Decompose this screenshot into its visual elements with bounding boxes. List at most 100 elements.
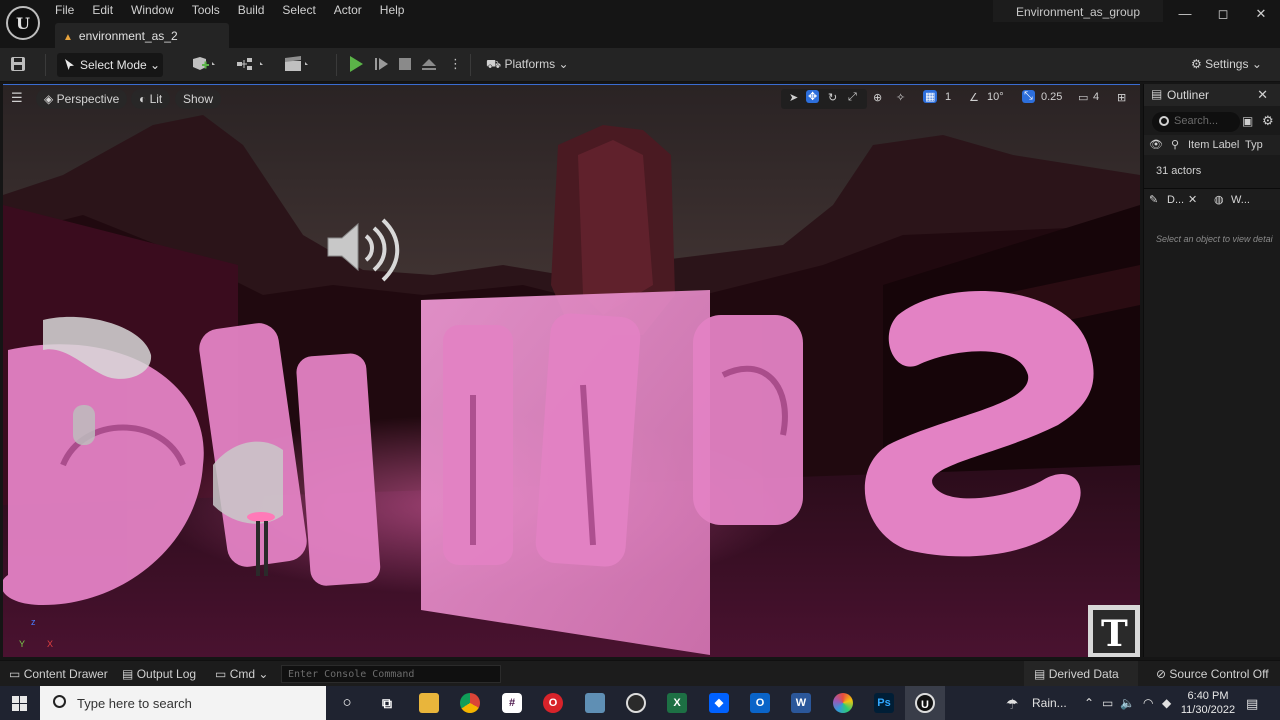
excel-icon[interactable]: X (667, 693, 687, 713)
level-tab[interactable]: ▲ environment_as_2 (55, 23, 229, 48)
dropbox-tray-icon[interactable]: ◆ (1162, 696, 1171, 710)
slack-icon[interactable]: # (502, 693, 522, 713)
unreal-logo-icon[interactable]: U (6, 6, 40, 40)
weather-text[interactable]: Rain... (1032, 696, 1067, 710)
platforms-dropdown[interactable]: ⛟ Platforms ⌄ (486, 57, 569, 73)
menu-select[interactable]: Select (273, 0, 324, 22)
volume-icon[interactable]: 🔈 (1120, 696, 1135, 710)
derived-data-button[interactable]: ▤ Derived Data (1024, 661, 1138, 687)
save-icon[interactable] (10, 56, 28, 74)
task-view-icon[interactable]: ⧉ (377, 693, 397, 713)
dropbox-icon[interactable]: ◆ (709, 693, 729, 713)
wifi-icon[interactable]: ◠ (1143, 696, 1153, 710)
close-icon[interactable]: ✕ (1257, 87, 1268, 103)
cursor-icon (65, 59, 74, 70)
grid-snap-value[interactable]: 1 (945, 91, 951, 103)
cmd-dropdown[interactable]: ▭ Cmd ⌄ (215, 667, 268, 681)
taskbar-clock[interactable]: 6:40 PM 11/30/2022 (1180, 689, 1236, 717)
add-folder-icon[interactable]: ▣ (1242, 114, 1253, 128)
word-icon[interactable]: W (791, 693, 811, 713)
rotate-icon[interactable]: ↻ (828, 91, 837, 104)
type-column[interactable]: Typ (1245, 139, 1263, 151)
screen-recorder-icon[interactable] (626, 693, 646, 713)
opera-icon[interactable]: O (543, 693, 563, 713)
console-command-input[interactable]: Enter Console Command (281, 665, 501, 683)
menu-build[interactable]: Build (229, 0, 274, 22)
scale-snap-icon[interactable]: ⤡ (1022, 90, 1035, 103)
viewport-layout-icon[interactable]: ⊞ (1117, 91, 1126, 104)
more-options-icon[interactable]: ⋮ (449, 56, 462, 72)
details-pencil-icon: ✎ (1149, 194, 1159, 206)
rotation-snap-icon[interactable]: ∠ (969, 91, 979, 104)
content-drawer-button[interactable]: ▭ Content Drawer (9, 667, 108, 681)
viewport-toolbar: ☰ ◈ Perspective ◐ Lit Show ➤ ✥ ↻ ⤢ ⊕ ✧ ▦… (3, 85, 1140, 113)
world-space-icon[interactable]: ⊕ (873, 91, 882, 104)
file-explorer-icon[interactable] (419, 693, 439, 713)
gear-icon[interactable]: ⚙ (1262, 113, 1274, 129)
surface-snap-icon[interactable]: ✧ (896, 91, 905, 104)
outliner-header: ▤ Outliner ✕ (1144, 84, 1280, 106)
details-tab[interactable]: D... (1167, 194, 1184, 206)
pin-icon[interactable]: ⚲ (1171, 138, 1179, 151)
camera-speed-icon[interactable]: ▭ (1078, 91, 1088, 104)
cinematics-icon[interactable] (284, 56, 314, 75)
scene-render (3, 85, 1140, 657)
translate-icon[interactable]: ✥ (806, 90, 820, 103)
text-render-actor-icon[interactable]: T (1101, 613, 1128, 655)
scale-snap-value[interactable]: 0.25 (1041, 91, 1062, 103)
menu-file[interactable]: File (46, 0, 83, 22)
hamburger-menu-icon[interactable]: ☰ (11, 90, 23, 106)
light-icon: ◐ (139, 92, 147, 106)
source-control-label: Source Control Off (1169, 667, 1269, 681)
select-cursor-icon[interactable]: ➤ (789, 91, 798, 104)
taskbar-search-box[interactable]: Type here to search (40, 686, 326, 720)
windows-start-icon[interactable] (12, 696, 27, 711)
play-icon[interactable] (350, 56, 363, 72)
level-tab-label: environment_as_2 (78, 29, 178, 43)
grid-snap-icon[interactable]: ▦ (923, 90, 938, 103)
menu-help[interactable]: Help (371, 0, 414, 22)
axis-z-label: z (31, 617, 36, 627)
select-mode-dropdown[interactable]: Select Mode ⌄ (57, 53, 163, 77)
unreal-engine-taskbar-icon[interactable]: U (915, 693, 935, 713)
show-hidden-icons-icon[interactable]: ⌃ (1084, 696, 1094, 710)
menu-window[interactable]: Window (122, 0, 183, 22)
eject-icon[interactable] (421, 56, 437, 75)
photoshop-icon[interactable]: Ps (874, 693, 894, 713)
outliner-search-input[interactable]: Search... (1152, 112, 1240, 132)
output-log-label: Output Log (136, 667, 197, 681)
cortana-icon[interactable]: ○ (337, 693, 357, 713)
outliner-panel: ▤ Outliner ✕ Search... ▣ ⚙ 👁 ⚲ Item Labe… (1143, 84, 1280, 657)
add-actor-icon[interactable] (191, 56, 217, 75)
level-viewport[interactable]: T ☰ ◈ Perspective ◐ Lit Show ➤ ✥ ↻ ⤢ ⊕ ✧… (3, 84, 1140, 657)
notifications-icon[interactable]: ▤ (1246, 696, 1258, 712)
menu-edit[interactable]: Edit (83, 0, 122, 22)
derived-data-label: Derived Data (1048, 667, 1119, 681)
output-log-button[interactable]: ▤ Output Log (122, 667, 196, 681)
photos-gallery-icon[interactable] (833, 693, 853, 713)
drawer-icon: ▭ (9, 667, 21, 681)
photos-app-icon[interactable] (585, 693, 605, 713)
menu-actor[interactable]: Actor (325, 0, 371, 22)
lit-button[interactable]: ◐ Lit (131, 89, 171, 109)
advance-frame-icon[interactable] (374, 56, 390, 75)
item-label-column[interactable]: Item Label (1188, 139, 1239, 151)
outliner-title: Outliner (1167, 88, 1210, 102)
camera-speed-value[interactable]: 4 (1093, 91, 1099, 103)
settings-dropdown[interactable]: ⚙ Settings ⌄ (1191, 57, 1262, 71)
menu-tools[interactable]: Tools (183, 0, 229, 22)
blueprint-icon[interactable] (236, 56, 266, 75)
rotation-snap-value[interactable]: 10° (987, 91, 1004, 103)
chrome-icon[interactable] (460, 693, 480, 713)
outlook-icon[interactable]: O (750, 693, 770, 713)
show-button[interactable]: Show (175, 89, 222, 109)
weather-icon[interactable]: ☂ (1006, 696, 1019, 713)
stop-icon[interactable] (398, 56, 412, 75)
close-icon[interactable]: ✕ (1188, 193, 1197, 206)
source-control-button[interactable]: ⊘ Source Control Off (1156, 667, 1269, 681)
visibility-eye-icon[interactable]: 👁 (1149, 138, 1163, 151)
world-settings-tab[interactable]: W... (1231, 194, 1250, 206)
scale-icon[interactable]: ⤢ (848, 91, 857, 104)
battery-icon[interactable]: ▭ (1102, 696, 1113, 710)
perspective-button[interactable]: ◈ Perspective (36, 89, 128, 109)
